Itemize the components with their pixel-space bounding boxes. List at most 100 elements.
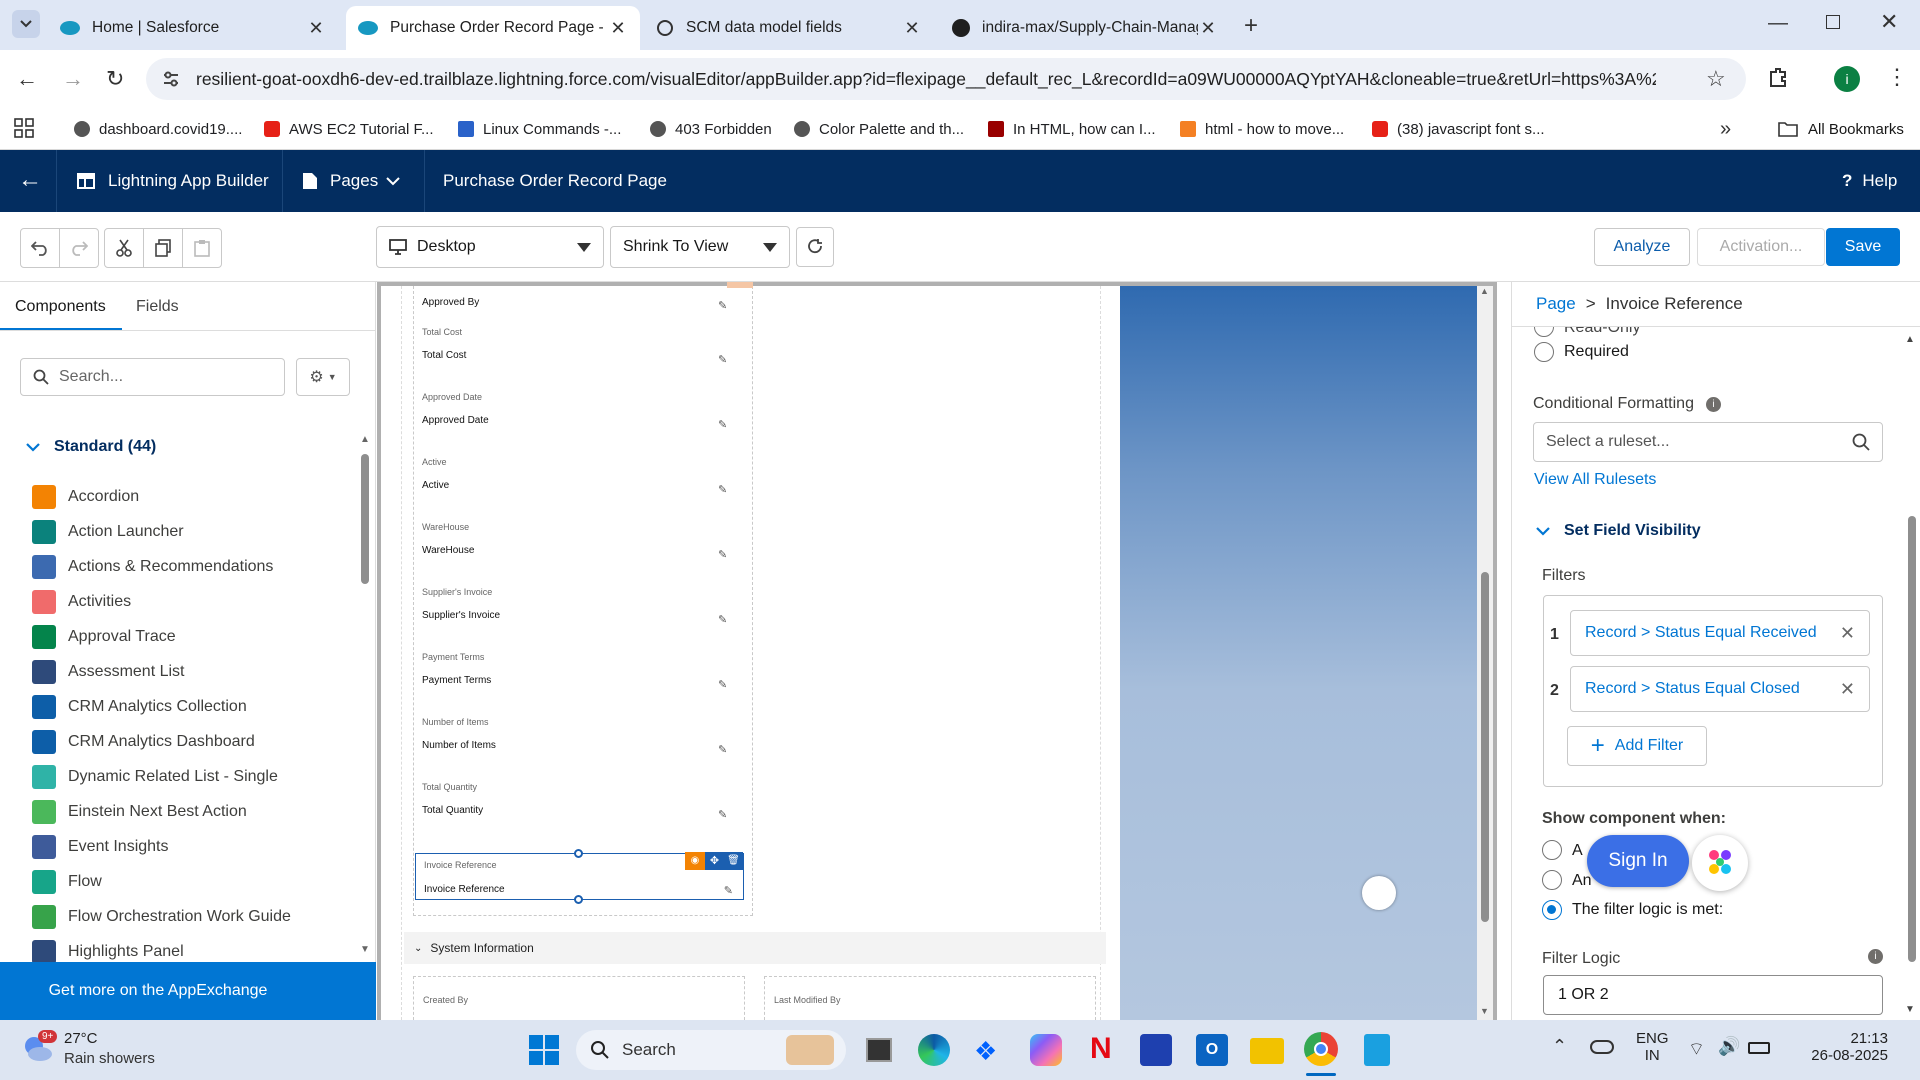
component-item[interactable]: Einstein Next Best Action <box>32 799 247 825</box>
selected-field-invoice-reference[interactable]: Invoice Reference Invoice Reference ✎ ◉ … <box>415 849 744 904</box>
all-filters-radio[interactable] <box>1542 840 1562 860</box>
assistant-logo-icon[interactable] <box>1692 835 1748 891</box>
tab-components[interactable]: Components <box>15 298 106 316</box>
pencil-icon[interactable]: ✎ <box>718 353 730 366</box>
component-item[interactable]: Event Insights <box>32 834 169 860</box>
battery-icon[interactable] <box>1748 1042 1770 1054</box>
help-link[interactable]: ? Help <box>1842 150 1897 212</box>
profile-avatar[interactable]: i <box>1834 66 1860 92</box>
component-item[interactable]: CRM Analytics Dashboard <box>32 729 255 755</box>
device-select[interactable]: Desktop <box>376 226 604 268</box>
bookmark-item[interactable]: Linux Commands -... <box>458 116 621 142</box>
component-item[interactable]: Flow Orchestration Work Guide <box>32 904 291 930</box>
close-icon[interactable]: ✕ <box>1198 18 1218 39</box>
ruleset-search-input[interactable]: Select a ruleset... <box>1533 422 1883 462</box>
pencil-icon[interactable]: ✎ <box>718 418 730 431</box>
save-button[interactable]: Save <box>1826 228 1900 266</box>
delete-icon[interactable]: 🗑 <box>724 852 743 870</box>
tab-fields[interactable]: Fields <box>136 298 179 316</box>
resize-handle[interactable] <box>574 849 583 858</box>
component-item[interactable]: Dynamic Related List - Single <box>32 764 278 790</box>
close-icon[interactable]: ✕ <box>1840 679 1855 700</box>
cut-button[interactable] <box>104 228 144 268</box>
bookmark-item[interactable]: html - how to move... <box>1180 116 1344 142</box>
windows-start-icon[interactable] <box>528 1034 560 1066</box>
close-icon[interactable]: ✕ <box>306 18 326 39</box>
back-arrow-icon[interactable]: ← <box>18 166 42 194</box>
language-indicator[interactable]: ENG IN <box>1636 1030 1669 1064</box>
component-item[interactable]: Approval Trace <box>32 624 176 650</box>
pencil-icon[interactable]: ✎ <box>718 678 730 691</box>
move-icon[interactable]: ✥ <box>705 852 724 870</box>
view-all-rulesets-link[interactable]: View All Rulesets <box>1534 471 1656 489</box>
scroll-down-arrow[interactable]: ▼ <box>1905 1004 1915 1015</box>
tab-scm-data-model[interactable]: SCM data model fields ✕ <box>644 6 934 50</box>
extensions-icon[interactable] <box>1768 66 1790 88</box>
url-text[interactable]: resilient-goat-ooxdh6-dev-ed.trailblaze.… <box>196 69 1656 90</box>
analyze-button[interactable]: Analyze <box>1594 228 1690 266</box>
store-icon[interactable] <box>1140 1034 1172 1066</box>
refresh-button[interactable] <box>796 227 834 267</box>
close-icon[interactable]: ✕ <box>1840 623 1855 644</box>
eye-icon[interactable]: ◉ <box>685 852 705 870</box>
filter-logic-input[interactable]: 1 OR 2 <box>1543 975 1883 1015</box>
tab-purchase-order[interactable]: Purchase Order Record Page - Lightning A… <box>346 6 640 50</box>
component-search-input[interactable]: Search... <box>20 358 285 396</box>
pencil-icon[interactable]: ✎ <box>718 613 730 626</box>
window-close-icon[interactable]: ✕ <box>1880 9 1898 35</box>
component-item[interactable]: Assessment List <box>32 659 184 685</box>
pencil-icon[interactable]: ✎ <box>718 743 730 756</box>
standard-section-header[interactable]: Standard (44) <box>26 438 156 456</box>
pencil-icon[interactable]: ✎ <box>718 548 730 561</box>
sign-in-button[interactable]: Sign In <box>1587 835 1689 887</box>
filter-logic-radio[interactable] <box>1542 900 1562 920</box>
info-icon[interactable]: i <box>1705 396 1721 412</box>
dropbox-icon[interactable]: ❖ <box>974 1036 997 1067</box>
menu-kebab-icon[interactable]: ⋮ <box>1886 64 1908 90</box>
notepad-icon[interactable] <box>1364 1034 1390 1066</box>
undo-button[interactable] <box>20 228 60 268</box>
record-field[interactable]: Supplier's Invoice Supplier's Invoice ✎ <box>422 587 742 647</box>
zoom-select[interactable]: Shrink To View <box>610 226 790 268</box>
taskbar-search[interactable]: Search <box>576 1030 846 1070</box>
appexchange-link[interactable]: Get more on the AppExchange <box>0 962 376 1020</box>
more-bookmarks-icon[interactable]: » <box>1720 118 1731 141</box>
component-item[interactable]: CRM Analytics Collection <box>32 694 247 720</box>
filter-item[interactable]: Record > Status Equal Closed ✕ <box>1570 666 1870 712</box>
tab-github[interactable]: indira-max/Supply-Chain-Management ✕ <box>940 6 1230 50</box>
scroll-up-arrow[interactable]: ▲ <box>1905 334 1915 345</box>
onedrive-icon[interactable] <box>1590 1040 1614 1054</box>
record-field[interactable]: Number of Items Number of Items ✎ <box>422 717 742 777</box>
pencil-icon[interactable]: ✎ <box>718 483 730 496</box>
resize-handle[interactable] <box>574 895 583 904</box>
info-icon[interactable]: i <box>1868 949 1883 964</box>
settings-menu-button[interactable]: ⚙ ▼ <box>296 358 350 396</box>
bookmark-item[interactable]: Color Palette and th... <box>794 116 964 142</box>
scrollbar-thumb[interactable] <box>1908 516 1916 962</box>
clock[interactable]: 21:13 26-08-2025 <box>1788 1030 1888 1064</box>
component-item[interactable]: Flow <box>32 869 102 895</box>
record-field[interactable]: Payment Terms Payment Terms ✎ <box>422 652 742 712</box>
site-info-icon[interactable] <box>162 70 180 88</box>
bookmark-item[interactable]: 403 Forbidden <box>650 116 772 142</box>
read-only-radio[interactable] <box>1534 327 1554 337</box>
add-filter-button[interactable]: + Add Filter <box>1567 726 1707 766</box>
scroll-down-arrow[interactable]: ▼ <box>360 944 370 955</box>
apps-grid-icon[interactable] <box>14 118 34 138</box>
activation-button[interactable]: Activation... <box>1697 228 1825 266</box>
weather-icon[interactable]: 9+ <box>20 1030 58 1066</box>
record-field[interactable]: Total Quantity Total Quantity ✎ <box>422 782 742 842</box>
component-item[interactable]: Action Launcher <box>32 519 184 545</box>
created-by-field[interactable]: Created By <box>413 976 745 1020</box>
all-bookmarks[interactable]: All Bookmarks <box>1778 116 1904 142</box>
record-field[interactable]: Approved Date Approved Date ✎ <box>422 392 742 452</box>
netflix-icon[interactable]: N <box>1090 1032 1112 1066</box>
pencil-icon[interactable]: ✎ <box>718 299 730 312</box>
omnibox[interactable]: resilient-goat-ooxdh6-dev-ed.trailblaze.… <box>146 58 1746 100</box>
bookmark-item[interactable]: (38) javascript font s... <box>1372 116 1545 142</box>
tab-home-salesforce[interactable]: Home | Salesforce ✕ <box>48 6 338 50</box>
chevron-up-icon[interactable]: ⌃ <box>1552 1036 1567 1057</box>
maximize-icon[interactable] <box>1826 15 1840 29</box>
copilot-icon[interactable] <box>1030 1034 1062 1066</box>
outlook-icon[interactable]: O <box>1196 1034 1228 1066</box>
